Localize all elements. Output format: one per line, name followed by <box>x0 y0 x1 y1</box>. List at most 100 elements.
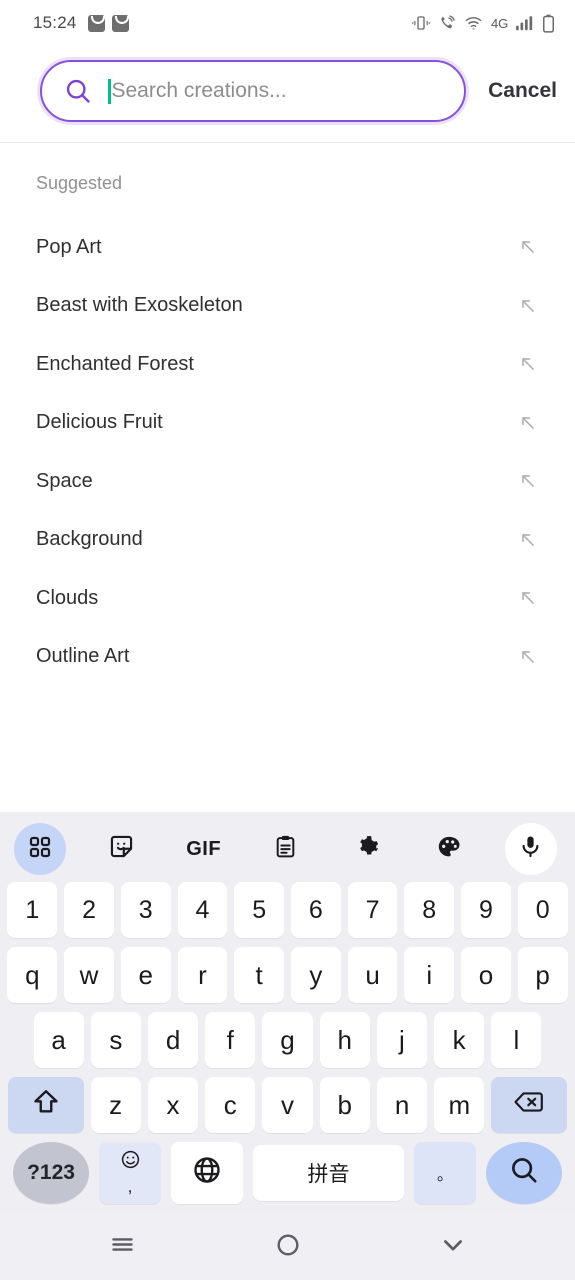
key-b[interactable]: b <box>319 1077 370 1133</box>
suggestions-panel: Suggested Pop Art Beast with Exoskeleton E… <box>0 143 575 812</box>
clipboard-icon <box>273 834 298 864</box>
key-k[interactable]: k <box>434 1012 485 1068</box>
arrow-up-left-icon[interactable] <box>517 295 539 317</box>
key-z[interactable]: z <box>90 1077 141 1133</box>
keyboard-tool-grid[interactable] <box>14 823 66 875</box>
key-v[interactable]: v <box>262 1077 313 1133</box>
suggestion-label: Background <box>36 528 143 551</box>
keyboard-tool-sticker[interactable] <box>96 823 148 875</box>
key-p[interactable]: p <box>517 947 568 1003</box>
enter-search-key[interactable] <box>486 1142 562 1204</box>
gear-icon <box>354 834 380 865</box>
key-t[interactable]: t <box>234 947 284 1003</box>
suggestions-header: Suggested <box>36 173 123 193</box>
search-icon <box>509 1155 539 1192</box>
keyboard-tool-settings[interactable] <box>341 823 393 875</box>
key-8[interactable]: 8 <box>404 882 455 938</box>
suggestion-item[interactable]: Beast with Exoskeleton <box>0 277 575 336</box>
suggestion-item[interactable]: Space <box>0 452 575 511</box>
key-5[interactable]: 5 <box>234 882 284 938</box>
key-4[interactable]: 4 <box>177 882 228 938</box>
suggestion-label: Pop Art <box>36 235 102 258</box>
suggestion-item[interactable]: Pop Art <box>0 218 575 277</box>
key-x[interactable]: x <box>147 1077 199 1133</box>
key-m[interactable]: m <box>434 1077 485 1133</box>
home-button[interactable] <box>258 1224 318 1270</box>
key-w[interactable]: w <box>64 947 114 1003</box>
numbers-symbols-key[interactable]: ?123 <box>13 1142 89 1204</box>
keyboard-tool-theme[interactable] <box>423 823 475 875</box>
shopping-bag-notification-icon <box>87 14 106 32</box>
key-l[interactable]: l <box>491 1012 542 1068</box>
arrow-up-left-icon[interactable] <box>517 646 539 668</box>
keyboard-tool-gif[interactable]: GIF <box>178 823 230 875</box>
suggestion-label: Beast with Exoskeleton <box>36 294 243 317</box>
search-icon <box>64 77 92 105</box>
shift-key[interactable] <box>7 1077 84 1133</box>
suggestions-list: Pop Art Beast with Exoskeleton Enchanted F… <box>0 218 575 686</box>
key-o[interactable]: o <box>461 947 511 1003</box>
key-f[interactable]: f <box>205 1012 256 1068</box>
keyboard-tool-voice[interactable] <box>504 823 557 875</box>
language-switch-key[interactable] <box>171 1142 243 1204</box>
key-r[interactable]: r <box>177 947 228 1003</box>
key-a[interactable]: a <box>33 1012 84 1068</box>
shopping-bag-notification-icon <box>111 14 130 32</box>
key-i[interactable]: i <box>404 947 455 1003</box>
key-3[interactable]: 3 <box>120 882 171 938</box>
space-key[interactable]: 拼音 <box>253 1145 404 1201</box>
keyboard-toolbar: GIF <box>0 818 575 882</box>
emoji-comma-key[interactable]: , <box>99 1142 161 1204</box>
key-h[interactable]: h <box>319 1012 370 1068</box>
arrow-up-left-icon[interactable] <box>517 529 539 551</box>
circle-icon <box>275 1232 301 1263</box>
arrow-up-left-icon[interactable] <box>517 236 539 258</box>
suggestion-item[interactable]: Outline Art <box>0 628 575 687</box>
keyboard-row-bottom: ?123 , 拼音 。 <box>0 1142 575 1204</box>
suggestion-label: Delicious Fruit <box>36 411 163 434</box>
key-7[interactable]: 7 <box>347 882 398 938</box>
key-d[interactable]: d <box>147 1012 199 1068</box>
key-j[interactable]: j <box>376 1012 428 1068</box>
key-n[interactable]: n <box>376 1077 428 1133</box>
network-type-label: 4G <box>491 15 508 31</box>
key-q[interactable]: q <box>7 947 58 1003</box>
key-u[interactable]: u <box>347 947 398 1003</box>
arrow-up-left-icon[interactable] <box>517 412 539 434</box>
period-key[interactable]: 。 <box>414 1142 476 1204</box>
key-0[interactable]: 0 <box>517 882 568 938</box>
key-2[interactable]: 2 <box>64 882 114 938</box>
arrow-up-left-icon[interactable] <box>517 470 539 492</box>
suggestion-item[interactable]: Delicious Fruit <box>0 394 575 453</box>
recents-button[interactable] <box>93 1224 153 1270</box>
arrow-up-left-icon[interactable] <box>517 587 539 609</box>
status-bar-time: 15:24 <box>33 13 77 32</box>
backspace-key[interactable] <box>491 1077 568 1133</box>
emoji-icon <box>120 1149 141 1175</box>
search-input[interactable]: Search creations... <box>40 60 467 122</box>
keyboard-tool-clipboard[interactable] <box>259 823 311 875</box>
key-s[interactable]: s <box>90 1012 141 1068</box>
key-y[interactable]: y <box>291 947 341 1003</box>
key-e[interactable]: e <box>120 947 171 1003</box>
suggestion-label: Space <box>36 469 93 492</box>
arrow-up-left-icon[interactable] <box>517 353 539 375</box>
text-cursor <box>108 78 111 104</box>
suggestion-item[interactable]: Background <box>0 511 575 570</box>
key-6[interactable]: 6 <box>291 882 341 938</box>
suggestion-item[interactable]: Enchanted Forest <box>0 335 575 394</box>
key-1[interactable]: 1 <box>7 882 58 938</box>
suggestion-item[interactable]: Clouds <box>0 569 575 628</box>
hide-keyboard-button[interactable] <box>423 1224 483 1270</box>
key-9[interactable]: 9 <box>461 882 511 938</box>
cancel-button[interactable]: Cancel <box>466 79 557 103</box>
wifi-icon <box>464 14 483 32</box>
grid-icon <box>28 835 52 864</box>
key-c[interactable]: c <box>205 1077 256 1133</box>
search-header: Search creations... Cancel <box>0 46 575 143</box>
key-g[interactable]: g <box>262 1012 313 1068</box>
microphone-icon <box>518 834 543 864</box>
gif-icon: GIF <box>186 837 222 860</box>
suggestion-label: Outline Art <box>36 645 130 668</box>
chevron-down-icon <box>439 1231 467 1264</box>
